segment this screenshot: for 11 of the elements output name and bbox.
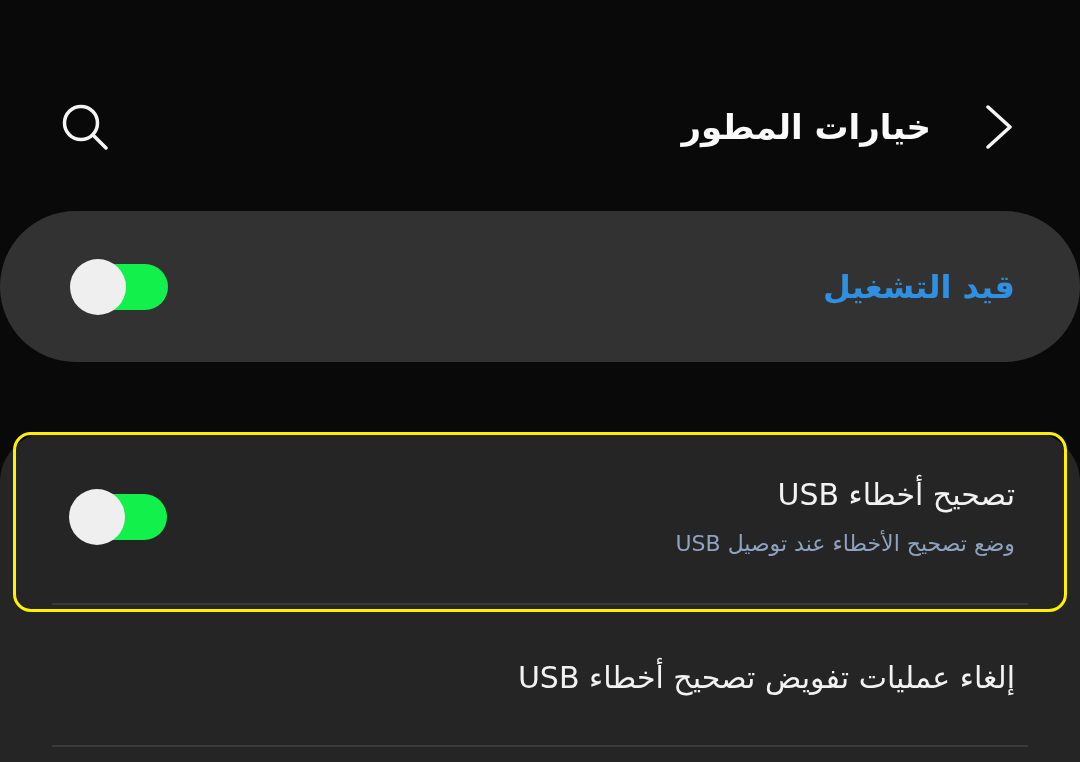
setting-title: تصحيح أخطاء USB <box>777 473 1015 517</box>
search-button[interactable] <box>62 104 108 150</box>
toggle-switch[interactable] <box>70 258 168 315</box>
setting-summary: وضع تصحيح الأخطاء عند توصيل USB <box>675 529 1015 558</box>
back-button[interactable] <box>986 105 1012 149</box>
search-icon <box>62 104 108 150</box>
master-switch-label: قيد التشغيل <box>823 267 1015 306</box>
toggle-switch[interactable] <box>69 489 167 545</box>
chevron-icon <box>986 105 1012 149</box>
setting-title: إلغاء عمليات تفويض تصحيح أخطاء USB <box>517 657 1015 698</box>
page-title: خيارات المطور <box>681 107 931 147</box>
